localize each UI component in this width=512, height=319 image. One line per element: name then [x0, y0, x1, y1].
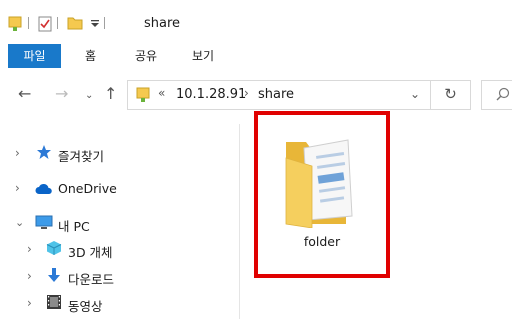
ribbon-tabs: 파일 홈 공유 보기 [0, 44, 512, 68]
breadcrumb-segment-host[interactable]: 10.1.28.91 [176, 87, 246, 102]
nav-item-downloads[interactable]: › 다운로드 [0, 265, 240, 289]
breadcrumb-segment-share[interactable]: share [258, 87, 294, 102]
expand-chevron-icon[interactable]: › [15, 146, 20, 160]
cloud-icon [35, 183, 53, 198]
refresh-icon: ↻ [444, 85, 457, 103]
new-folder-icon[interactable] [67, 16, 83, 33]
computer-icon [35, 214, 53, 233]
star-icon [36, 144, 52, 163]
address-dropdown-icon[interactable]: ⌄ [410, 87, 420, 101]
film-icon [46, 294, 62, 313]
cube-icon [46, 240, 62, 259]
collapse-chevron-icon[interactable]: ⌄ [15, 216, 24, 229]
window-title: share [144, 16, 181, 31]
refresh-button[interactable]: ↻ [430, 80, 470, 110]
expand-chevron-icon[interactable]: › [15, 181, 20, 195]
customize-dropdown-icon[interactable] [90, 18, 100, 32]
nav-item-videos[interactable]: › 동영상 [0, 292, 240, 316]
expand-chevron-icon[interactable]: › [27, 269, 32, 283]
network-folder-icon [136, 87, 150, 106]
up-arrow-icon[interactable]: ↑ [104, 84, 117, 104]
search-input[interactable] [481, 80, 512, 110]
recent-locations-chevron-icon[interactable]: ⌄ [85, 86, 93, 106]
nav-item-this-pc[interactable]: ⌄ 내 PC [0, 212, 240, 236]
nav-item-onedrive[interactable]: › OneDrive [0, 177, 240, 201]
nav-label: OneDrive [58, 181, 117, 196]
navigation-pane: › 즐겨찾기 › OneDrive ⌄ 내 PC › 3D 개체 › 다운로드 [0, 124, 240, 319]
highlight-box [254, 111, 390, 278]
tab-share[interactable]: 공유 [135, 44, 157, 68]
title-bar: share [0, 0, 512, 36]
tab-view[interactable]: 보기 [192, 44, 214, 68]
back-arrow-icon[interactable]: ← [18, 84, 31, 104]
nav-label: 3D 개체 [68, 245, 113, 260]
address-row: ← → ⌄ ↑ « 10.1.28.91 › share ⌄ ↻ [0, 80, 512, 110]
nav-label: 동영상 [68, 299, 103, 314]
nav-label: 내 PC [58, 219, 90, 234]
tab-file[interactable]: 파일 [8, 44, 61, 68]
nav-label: 다운로드 [68, 272, 115, 287]
download-arrow-icon [46, 267, 62, 286]
forward-arrow-icon[interactable]: → [55, 84, 68, 104]
tab-home[interactable]: 홈 [85, 44, 96, 68]
expand-chevron-icon[interactable]: › [27, 296, 32, 310]
checkmark-icon[interactable] [38, 16, 52, 35]
nav-item-quick-access[interactable]: › 즐겨찾기 [0, 142, 240, 166]
nav-item-3d-objects[interactable]: › 3D 개체 [0, 238, 240, 262]
nav-label: 즐겨찾기 [58, 149, 105, 164]
breadcrumb-separator-icon[interactable]: › [244, 86, 249, 100]
address-bar[interactable]: « 10.1.28.91 › share ⌄ [127, 80, 471, 110]
search-icon [496, 87, 510, 104]
properties-icon[interactable] [8, 16, 22, 35]
expand-chevron-icon[interactable]: › [27, 242, 32, 256]
address-overflow[interactable]: « [158, 86, 165, 100]
